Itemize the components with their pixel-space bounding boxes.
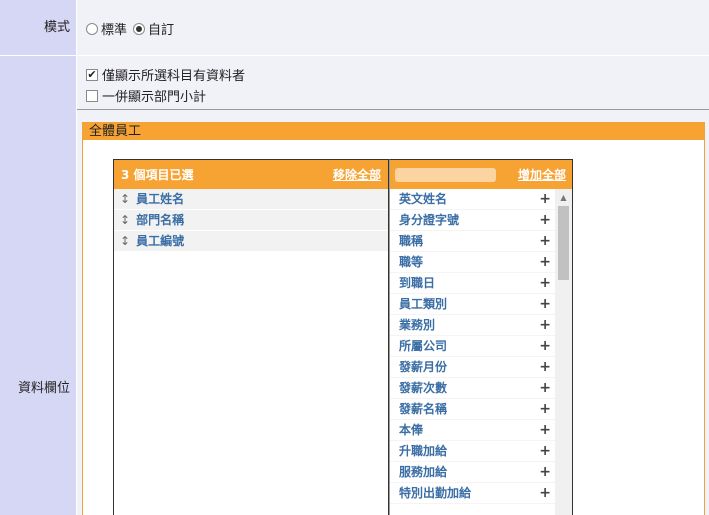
mode-radio-group: 標準 自訂	[86, 19, 180, 38]
group-title: 全體員工	[83, 123, 704, 140]
available-item-label: 發薪名稱	[399, 402, 448, 416]
employee-group-box: 全體員工 3 個項目已選 移除全部 ↕ 員工姓名 ↕ 部門名稱 ↕ 員工編號 增加全部…	[82, 122, 705, 515]
drag-handle-icon[interactable]: ↕	[120, 234, 130, 248]
add-icon[interactable]: +	[539, 252, 551, 273]
add-icon[interactable]: +	[539, 315, 551, 336]
add-icon[interactable]: +	[539, 336, 551, 357]
add-icon[interactable]: +	[539, 462, 551, 483]
mode-label: 模式	[0, 0, 76, 55]
available-item-label: 到職日	[399, 276, 436, 290]
available-item[interactable]: 升職加給 +	[390, 441, 556, 462]
available-item-label: 特別出勤加給	[399, 486, 472, 500]
available-item-label: 本俸	[399, 423, 424, 437]
add-icon[interactable]: +	[539, 420, 551, 441]
available-item-label: 服務加給	[399, 465, 448, 479]
selected-item-label: 員工姓名	[136, 192, 185, 206]
fields-row: ✔ 僅顯示所選科目有資料者 一併顯示部門小計 全體員工 3 個項目已選 移除全部…	[77, 56, 709, 515]
available-item-label: 員工類別	[399, 297, 448, 311]
add-icon[interactable]: +	[539, 189, 551, 210]
scroll-up-icon[interactable]: ▲	[555, 189, 572, 206]
available-item-label: 身分證字號	[399, 213, 460, 227]
add-icon[interactable]: +	[539, 357, 551, 378]
available-item[interactable]: 所屬公司 +	[390, 336, 556, 357]
add-icon[interactable]: +	[539, 441, 551, 462]
available-item[interactable]: 發薪名稱 +	[390, 399, 556, 420]
selected-count: 3 個項目已選	[121, 168, 194, 182]
available-item[interactable]: 員工類別 +	[390, 294, 556, 315]
mode-custom-label[interactable]: 自訂	[148, 19, 174, 38]
selected-item[interactable]: ↕ 員工姓名	[114, 189, 388, 210]
available-item-label: 英文姓名	[399, 192, 448, 206]
drag-handle-icon[interactable]: ↕	[120, 192, 130, 206]
add-icon[interactable]: +	[539, 294, 551, 315]
available-item-label: 職稱	[399, 234, 424, 248]
add-icon[interactable]: +	[539, 483, 551, 504]
mode-standard-label[interactable]: 標準	[101, 19, 127, 38]
selected-item[interactable]: ↕ 部門名稱	[114, 210, 388, 231]
available-item[interactable]: 身分證字號 +	[390, 210, 556, 231]
add-icon[interactable]: +	[539, 273, 551, 294]
available-item[interactable]: 發薪月份 +	[390, 357, 556, 378]
available-item-label: 發薪月份	[399, 360, 448, 374]
available-item[interactable]: 業務別 +	[390, 315, 556, 336]
available-item[interactable]: 本俸 +	[390, 420, 556, 441]
selected-item-label: 員工編號	[136, 234, 185, 248]
selected-item-label: 部門名稱	[136, 213, 185, 227]
divider	[77, 109, 709, 110]
mode-standard-radio[interactable]	[86, 22, 98, 35]
field-search-input[interactable]	[395, 167, 496, 182]
add-icon[interactable]: +	[539, 378, 551, 399]
dept-subtotal-option[interactable]: 一併顯示部門小計	[86, 86, 206, 105]
only-with-data-checkbox[interactable]: ✔	[86, 68, 98, 81]
available-item[interactable]: 發薪次數 +	[390, 378, 556, 399]
available-item[interactable]: 到職日 +	[390, 273, 556, 294]
fields-label: 資料欄位	[0, 56, 76, 515]
selected-fields-panel: 3 個項目已選 移除全部 ↕ 員工姓名 ↕ 部門名稱 ↕ 員工編號	[113, 159, 389, 515]
available-item-label: 所屬公司	[399, 339, 448, 353]
available-item[interactable]: 職稱 +	[390, 231, 556, 252]
mode-custom-radio[interactable]	[133, 22, 146, 35]
selected-item[interactable]: ↕ 員工編號	[114, 231, 388, 252]
available-item-label: 業務別	[399, 318, 436, 332]
available-item-label: 職等	[399, 255, 424, 269]
add-icon[interactable]: +	[539, 399, 551, 420]
remove-all-link[interactable]: 移除全部	[333, 166, 381, 183]
only-with-data-option[interactable]: ✔ 僅顯示所選科目有資料者	[86, 65, 245, 84]
available-fields-panel: 增加全部 英文姓名 + 身分證字號 + 職稱 + 職等 + 到職日 + 員工類別 + 業務別…	[389, 159, 573, 515]
add-icon[interactable]: +	[539, 231, 551, 252]
dept-subtotal-label[interactable]: 一併顯示部門小計	[102, 86, 206, 105]
mode-row: 標準 自訂	[77, 0, 709, 55]
available-scrollbar[interactable]: ▲	[555, 189, 572, 515]
available-item[interactable]: 特別出勤加給 +	[390, 483, 556, 504]
available-item-label: 升職加給	[399, 444, 448, 458]
only-with-data-label[interactable]: 僅顯示所選科目有資料者	[102, 65, 245, 84]
available-item[interactable]: 服務加給 +	[390, 462, 556, 483]
add-all-link[interactable]: 增加全部	[518, 166, 566, 183]
available-item[interactable]: 英文姓名 +	[390, 189, 556, 210]
add-icon[interactable]: +	[539, 210, 551, 231]
available-item-label: 發薪次數	[399, 381, 448, 395]
available-panel-header: 增加全部	[390, 160, 572, 189]
selected-panel-header: 3 個項目已選 移除全部	[114, 160, 388, 189]
available-item[interactable]: 職等 +	[390, 252, 556, 273]
dept-subtotal-checkbox[interactable]	[86, 89, 98, 102]
scroll-thumb[interactable]	[558, 206, 569, 280]
drag-handle-icon[interactable]: ↕	[120, 213, 130, 227]
available-list: 英文姓名 + 身分證字號 + 職稱 + 職等 + 到職日 + 員工類別 + 業務別 + 所屬公…	[390, 189, 556, 504]
